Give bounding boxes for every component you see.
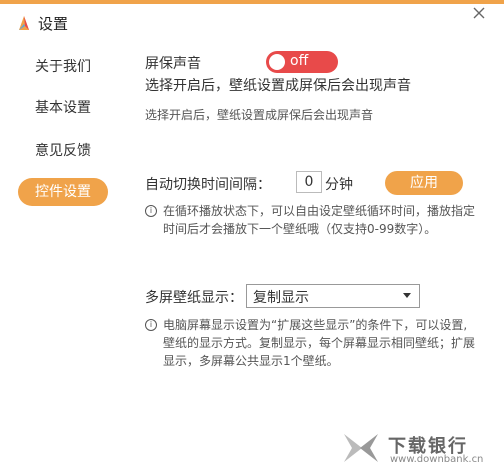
multiscreen-select[interactable]: 复制显示: [246, 284, 420, 308]
multiscreen-note-line2: 壁纸的显示方式。复制显示，每个屏幕显示相同壁纸；扩展: [163, 336, 476, 350]
multiscreen-note-line1: 电脑屏幕显示设置为“扩展这些显示”的条件下，可以设置,: [163, 318, 468, 332]
app-logo-icon: [19, 16, 29, 30]
apply-button[interactable]: 应用: [385, 171, 463, 195]
watermark-url: www.downbank.cn: [390, 454, 484, 465]
close-icon[interactable]: [470, 4, 488, 22]
chevron-down-icon: [403, 293, 411, 298]
sound-label: 屏保声音: [145, 56, 201, 72]
sidebar-item-feedback[interactable]: 意见反馈: [18, 137, 108, 165]
sidebar-item-basic-settings[interactable]: 基本设置: [18, 94, 108, 122]
sound-description-small: 选择开启后，壁纸设置成屏保后会出现声音: [145, 108, 374, 122]
sidebar-item-control-settings[interactable]: 控件设置: [18, 178, 108, 206]
interval-unit: 分钟: [325, 177, 353, 193]
window-title: 设置: [38, 15, 69, 33]
interval-label: 自动切换时间间隔：: [145, 177, 271, 193]
multiscreen-label: 多屏壁纸显示：: [145, 290, 243, 306]
sidebar-item-about[interactable]: 关于我们: [18, 53, 108, 81]
multiscreen-note-line3: 显示，多屏幕公共显示1个壁纸。: [163, 354, 339, 368]
info-icon: i: [145, 205, 157, 217]
interval-note-line2: 时间后才会播放下一个壁纸哦（仅支持0-99数字）。: [163, 222, 437, 236]
info-icon: i: [145, 319, 157, 331]
toggle-knob: [269, 54, 285, 70]
title-bar: 设置: [0, 4, 504, 40]
toggle-state-label: off: [290, 53, 309, 69]
sound-toggle[interactable]: off: [266, 51, 338, 73]
sound-description: 选择开启后，壁纸设置成屏保后会出现声音: [145, 78, 411, 94]
interval-note-line1: 在循环播放状态下，可以自由设定壁纸循环时间，播放指定: [163, 204, 476, 218]
interval-input[interactable]: [296, 171, 322, 193]
multiscreen-selected: 复制显示: [253, 290, 309, 306]
